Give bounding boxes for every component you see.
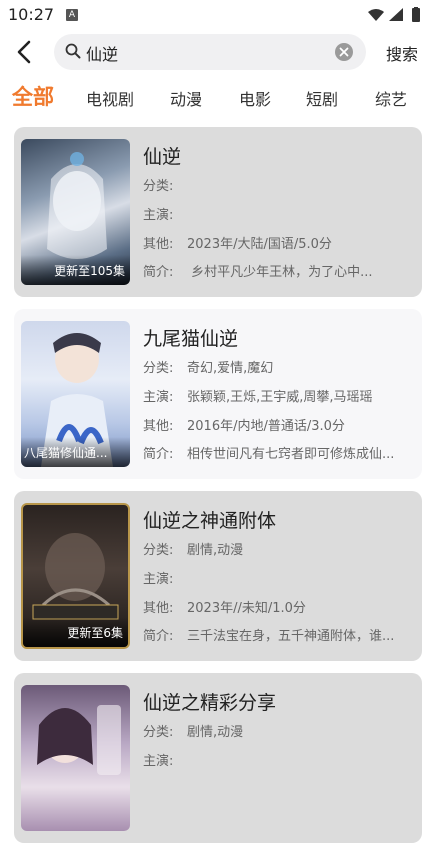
genre-value: 剧情,动漫 xyxy=(187,543,244,558)
result-title: 仙逆之神通附体 xyxy=(143,510,277,532)
intro-row: 简介: 三千法宝在身，五千神通附体，谁... xyxy=(143,625,415,644)
tab-movie[interactable]: 电影 xyxy=(239,86,271,110)
cast-label: 主演: xyxy=(143,208,174,223)
result-title: 九尾猫仙逆 xyxy=(143,328,239,350)
other-row: 其他: 2023年/大陆/国语/5.0分 xyxy=(143,233,332,252)
cast-row: 主演: xyxy=(143,568,187,587)
cast-label: 主演: xyxy=(143,754,174,769)
intro-label: 简介: xyxy=(143,265,174,280)
tab-all[interactable]: 全部 xyxy=(12,81,54,111)
other-value: 2023年/大陆/国语/5.0分 xyxy=(187,237,332,252)
intro-label: 简介: xyxy=(143,447,174,462)
result-card[interactable]: 仙逆之精彩分享 分类: 剧情,动漫 主演: xyxy=(14,673,422,843)
other-label: 其他: xyxy=(143,419,174,434)
tab-anime[interactable]: 动漫 xyxy=(170,86,202,110)
genre-row: 分类: 剧情,动漫 xyxy=(143,539,243,558)
result-title: 仙逆之精彩分享 xyxy=(143,692,277,714)
genre-row: 分类: xyxy=(143,175,187,194)
intro-row: 简介: 乡村平凡少年王林，为了心中... xyxy=(143,261,415,280)
cast-row: 主演: 张颖颖,王烁,王宇威,周攀,马瑶瑶 xyxy=(143,386,373,405)
intro-value: 三千法宝在身，五千神通附体，谁... xyxy=(187,629,395,644)
other-row: 其他: 2023年//未知/1.0分 xyxy=(143,597,306,616)
search-icon xyxy=(65,43,81,59)
result-card[interactable]: 更新至105集 仙逆 分类: 主演: 其他: 2023年/大陆/国语/5.0分 简… xyxy=(14,127,422,297)
category-tabs: 全部 电视剧 动漫 电影 短剧 综艺 xyxy=(0,78,437,114)
result-card[interactable]: 八尾猫修仙通... 九尾猫仙逆 分类: 奇幻,爱情,魔幻 主演: 张颖颖,王烁,王宇… xyxy=(14,309,422,479)
other-row: 其他: 2016年/内地/普通话/3.0分 xyxy=(143,415,345,434)
genre-label: 分类: xyxy=(143,361,174,376)
genre-label: 分类: xyxy=(143,543,174,558)
other-value: 2016年/内地/普通话/3.0分 xyxy=(187,419,345,434)
status-icons xyxy=(367,7,427,27)
poster-image[interactable]: 更新至105集 xyxy=(21,139,130,285)
back-arrow-icon xyxy=(17,40,31,64)
search-button[interactable]: 搜索 xyxy=(386,41,418,65)
intro-label: 简介: xyxy=(143,629,174,644)
wifi-signal-battery-icon xyxy=(368,7,420,22)
back-button[interactable] xyxy=(12,38,38,66)
genre-label: 分类: xyxy=(143,725,174,740)
other-label: 其他: xyxy=(143,237,174,252)
genre-row: 分类: 剧情,动漫 xyxy=(143,721,243,740)
search-header: 仙逆 搜索 xyxy=(0,30,437,76)
result-title: 仙逆 xyxy=(143,146,182,168)
intro-value: 乡村平凡少年王林，为了心中... xyxy=(187,265,373,280)
search-input[interactable]: 仙逆 xyxy=(86,41,118,65)
poster-image[interactable] xyxy=(21,685,130,831)
intro-value: 相传世间凡有七窍者即可修炼成仙... xyxy=(187,447,395,462)
episode-badge: 八尾猫修仙通... xyxy=(24,446,108,460)
other-value: 2023年//未知/1.0分 xyxy=(187,601,306,616)
search-box[interactable]: 仙逆 xyxy=(54,34,366,70)
episode-badge: 更新至105集 xyxy=(54,264,125,278)
genre-row: 分类: 奇幻,爱情,魔幻 xyxy=(143,357,273,376)
result-card[interactable]: 更新至6集 仙逆之神通附体 分类: 剧情,动漫 主演: 其他: 2023年//未知/… xyxy=(14,491,422,661)
clear-icon xyxy=(335,43,353,61)
status-bar: 10:27 A xyxy=(0,0,437,30)
tab-variety[interactable]: 综艺 xyxy=(375,86,407,110)
genre-value: 奇幻,爱情,魔幻 xyxy=(187,361,274,376)
tab-short-drama[interactable]: 短剧 xyxy=(306,86,338,110)
cast-value: 张颖颖,王烁,王宇威,周攀,马瑶瑶 xyxy=(187,390,373,405)
episode-badge: 更新至6集 xyxy=(67,626,123,640)
cast-row: 主演: xyxy=(143,204,187,223)
tab-tv-series[interactable]: 电视剧 xyxy=(86,86,134,110)
poster-image[interactable]: 八尾猫修仙通... xyxy=(21,321,130,467)
status-time: 10:27 xyxy=(8,5,55,24)
clear-button[interactable] xyxy=(334,42,354,62)
intro-row: 简介: 相传世间凡有七窍者即可修炼成仙... xyxy=(143,443,415,462)
cast-label: 主演: xyxy=(143,390,174,405)
cast-row: 主演: xyxy=(143,750,187,769)
poster-image[interactable]: 更新至6集 xyxy=(21,503,130,649)
notification-icon: A xyxy=(66,9,78,21)
other-label: 其他: xyxy=(143,601,174,616)
cast-label: 主演: xyxy=(143,572,174,587)
genre-value: 剧情,动漫 xyxy=(187,725,244,740)
genre-label: 分类: xyxy=(143,179,174,194)
poster-illustration xyxy=(37,705,121,775)
